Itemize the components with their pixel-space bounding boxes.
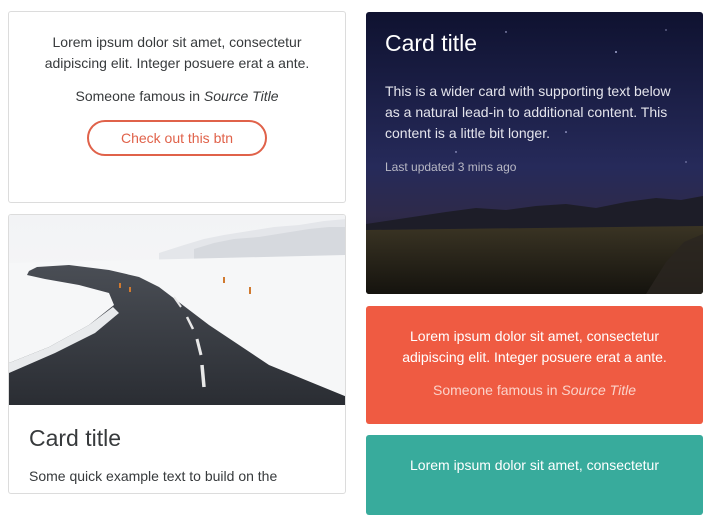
footer-prefix: Someone famous in	[75, 88, 204, 104]
teal-card-quote-text: Lorem ipsum dolor sit amet, consectetur	[410, 457, 659, 473]
source-title: Source Title	[203, 88, 279, 104]
night-card-overlay: Card title This is a wider card with sup…	[366, 12, 703, 174]
night-card-text: This is a wider card with supporting tex…	[385, 83, 671, 141]
card-quote-footer: Someone famous in Source Title	[9, 88, 345, 104]
card-quote-text: Lorem ipsum dolor sit amet, consectetur …	[44, 34, 310, 71]
road-image	[9, 215, 345, 405]
image-card: Card title Some quick example text to bu…	[8, 214, 346, 494]
check-out-button[interactable]: Check out this btn	[87, 120, 267, 156]
night-image-card: Card title This is a wider card with sup…	[366, 12, 703, 294]
image-card-title: Card title	[29, 425, 122, 451]
red-footer-prefix: Someone famous in	[433, 382, 562, 398]
red-card-footer: Someone famous in Source Title	[366, 382, 703, 398]
night-card-title: Card title	[385, 30, 478, 56]
night-card-updated: Last updated 3 mins ago	[385, 160, 517, 174]
quote-card-teal: Lorem ipsum dolor sit amet, consectetur	[366, 435, 703, 515]
red-card-quote-text: Lorem ipsum dolor sit amet, consectetur …	[402, 328, 667, 365]
quote-card-red: Lorem ipsum dolor sit amet, consectetur …	[366, 306, 703, 424]
quote-card-white: Lorem ipsum dolor sit amet, consectetur …	[8, 11, 346, 203]
red-source-title: Source Title	[561, 382, 636, 398]
